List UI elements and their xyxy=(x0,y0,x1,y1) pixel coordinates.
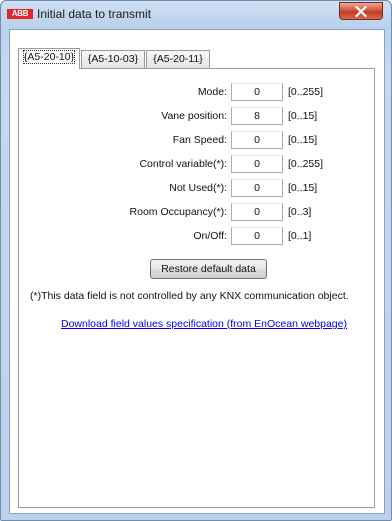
field-label: Not Used(*): xyxy=(169,182,227,194)
tab-label: {A5-20-11} xyxy=(153,53,203,65)
field-label: Room Occupancy(*): xyxy=(129,206,227,218)
field-range: [0..15] xyxy=(288,110,318,122)
field-label: On/Off: xyxy=(193,230,227,242)
field-label: Mode: xyxy=(197,86,227,98)
field-range: [0..1] xyxy=(288,230,312,242)
close-icon xyxy=(355,6,367,17)
download-specification-link[interactable]: Download field values specification (fro… xyxy=(61,318,347,330)
field-label: Control variable(*): xyxy=(139,158,227,170)
on-off-input[interactable] xyxy=(231,227,283,245)
tab-label: {A5-10-03} xyxy=(87,53,139,65)
close-button[interactable] xyxy=(339,2,383,20)
restore-default-data-button[interactable]: Restore default data xyxy=(150,259,267,279)
field-range: [0..255] xyxy=(288,86,324,98)
vane-position-input[interactable] xyxy=(231,107,283,125)
field-range: [0..255] xyxy=(288,158,324,170)
control-variable-input[interactable] xyxy=(231,155,283,173)
tab-a5-10-03[interactable]: {A5-10-03} xyxy=(81,50,145,68)
not-used-input[interactable] xyxy=(231,179,283,197)
footnote-text: (*)This data field is not controlled by … xyxy=(30,290,349,302)
field-label: Fan Speed: xyxy=(172,134,227,146)
tab-a5-20-10[interactable]: {A5-20-10} xyxy=(18,48,80,69)
abb-logo: ABB xyxy=(7,9,33,19)
mode-input[interactable] xyxy=(231,83,283,101)
field-label: Vane position: xyxy=(161,110,227,122)
title-bar[interactable]: ABB Initial data to transmit xyxy=(1,1,391,27)
tab-label: {A5-20-10} xyxy=(22,50,76,64)
field-range: [0..15] xyxy=(288,182,318,194)
field-range: [0..15] xyxy=(288,134,318,146)
field-range: [0..3] xyxy=(288,206,312,218)
window-title: Initial data to transmit xyxy=(37,7,152,21)
fan-speed-input[interactable] xyxy=(231,131,283,149)
tab-a5-20-11[interactable]: {A5-20-11} xyxy=(146,50,210,68)
room-occupancy-input[interactable] xyxy=(231,203,283,221)
